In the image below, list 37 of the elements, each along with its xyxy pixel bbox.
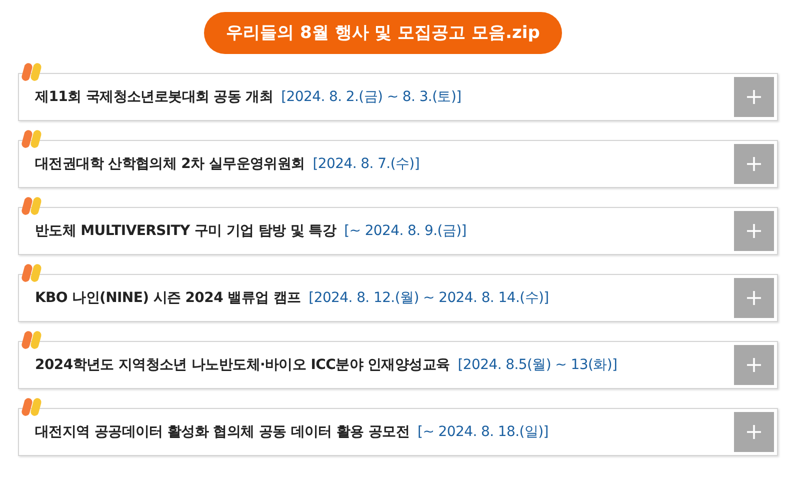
event-title: 제11회 국제청소년로봇대회 공동 개최	[35, 88, 274, 106]
plus-icon	[746, 223, 762, 239]
event-date: [2024. 8. 7.(수)]	[312, 155, 420, 173]
event-row[interactable]: KBO 나인(NINE) 시즌 2024 밸류업 캠프 [2024. 8. 12.(월) ~ 2024. 8. 14.(수)]	[18, 274, 778, 322]
event-title: 대전지역 공공데이터 활성화 협의체 공동 데이터 활용 공모전	[35, 423, 410, 441]
expand-button[interactable]	[734, 77, 774, 117]
plus-icon	[746, 156, 762, 172]
expand-button[interactable]	[734, 278, 774, 318]
event-title: KBO 나인(NINE) 시즌 2024 밸류업 캠프	[35, 289, 301, 307]
quote-mark-icon	[21, 263, 43, 283]
quote-mark-icon	[21, 129, 43, 149]
event-date: [~ 2024. 8. 9.(금)]	[344, 222, 466, 240]
quote-mark-icon	[21, 330, 43, 350]
event-title: 2024학년도 지역청소년 나노반도체·바이오 ICC분야 인재양성교육	[35, 356, 450, 374]
plus-icon	[746, 424, 762, 440]
expand-button[interactable]	[734, 412, 774, 452]
quote-mark-icon	[21, 196, 43, 216]
event-date: [2024. 8. 2.(금) ~ 8. 3.(토)]	[281, 88, 462, 106]
quote-mark-icon	[21, 62, 43, 82]
event-row[interactable]: 2024학년도 지역청소년 나노반도체·바이오 ICC분야 인재양성교육 [2024. 8.5(월) ~ 13(화)]	[18, 341, 778, 389]
header-title: 우리들의 8월 행사 및 모집공고 모음.zip	[204, 12, 562, 54]
event-date: [~ 2024. 8. 18.(일)]	[418, 423, 548, 441]
event-title: 반도체 MULTIVERSITY 구미 기업 탐방 및 특강	[35, 222, 336, 240]
event-row[interactable]: 제11회 국제청소년로봇대회 공동 개최 [2024. 8. 2.(금) ~ 8. 3.(토)]	[18, 73, 778, 121]
event-row[interactable]: 반도체 MULTIVERSITY 구미 기업 탐방 및 특강 [~ 2024. 8. 9.(금)]	[18, 207, 778, 255]
expand-button[interactable]	[734, 345, 774, 385]
quote-mark-icon	[21, 397, 43, 417]
expand-button[interactable]	[734, 211, 774, 251]
event-row[interactable]: 대전권대학 산학협의체 2차 실무운영위원회 [2024. 8. 7.(수)]	[18, 140, 778, 188]
plus-icon	[746, 357, 762, 373]
expand-button[interactable]	[734, 144, 774, 184]
event-title: 대전권대학 산학협의체 2차 실무운영위원회	[35, 155, 305, 173]
plus-icon	[746, 89, 762, 105]
event-date: [2024. 8. 12.(월) ~ 2024. 8. 14.(수)]	[308, 289, 549, 307]
event-date: [2024. 8.5(월) ~ 13(화)]	[458, 356, 618, 374]
plus-icon	[746, 290, 762, 306]
event-row[interactable]: 대전지역 공공데이터 활성화 협의체 공동 데이터 활용 공모전 [~ 2024. 8. 18.(일)]	[18, 408, 778, 456]
